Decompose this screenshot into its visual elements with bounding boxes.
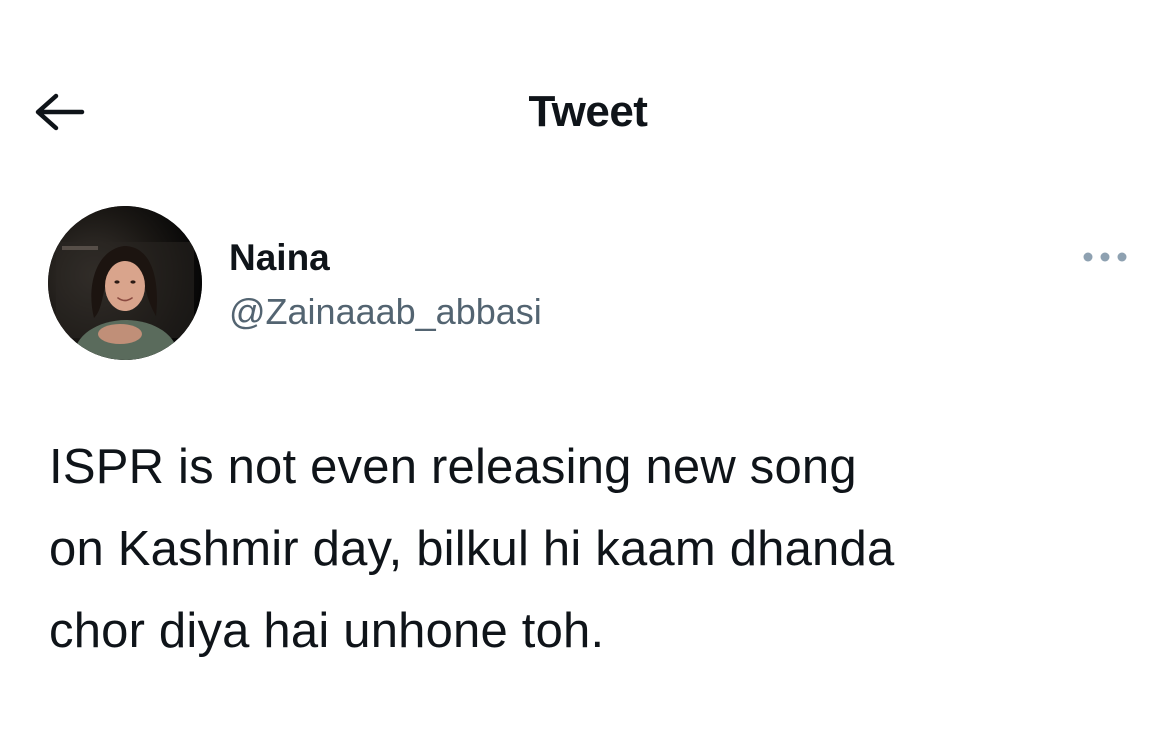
- top-bar: Tweet: [0, 0, 1151, 190]
- tweet-text-line: ISPR is not even releasing new song: [49, 440, 857, 494]
- tweet-text-line: chor diya hai unhone toh.: [49, 604, 605, 658]
- tweet-text-line: on Kashmir day, bilkul hi kaam dhanda: [49, 522, 895, 576]
- profile-photo: [48, 206, 202, 360]
- avatar[interactable]: [48, 206, 202, 360]
- author-username[interactable]: @Zainaaab_abbasi: [229, 290, 542, 334]
- page-title: Tweet: [528, 87, 648, 136]
- more-horizontal-icon: [1083, 252, 1127, 262]
- author-display-name[interactable]: Naina: [229, 236, 330, 280]
- tweet-text: ISPR is not even releasing new song on K…: [49, 426, 1139, 672]
- more-options-button[interactable]: [1076, 240, 1134, 274]
